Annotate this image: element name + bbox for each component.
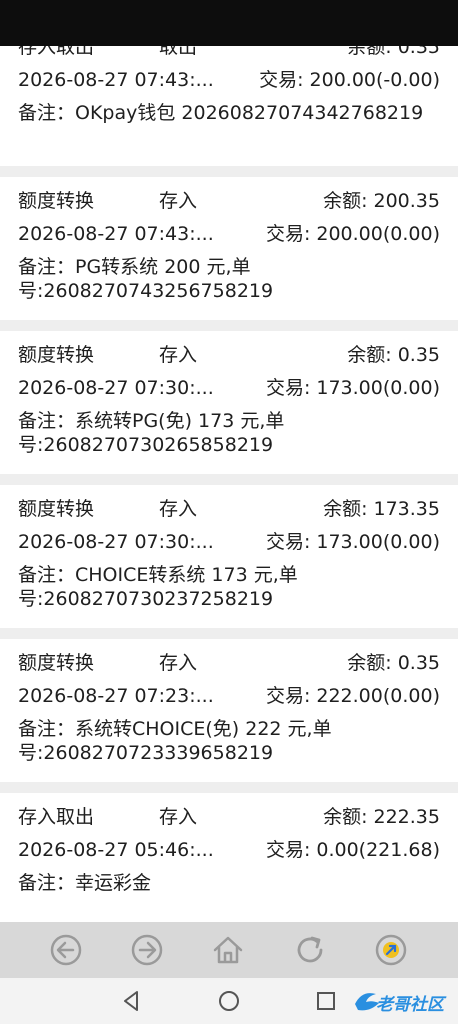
transaction-action: 取出: [159, 46, 198, 58]
nav-back-icon[interactable]: [116, 986, 146, 1016]
transaction-card[interactable]: 存入取出 存入 余额: 222.35 2026-08-27 05:46:... …: [0, 793, 458, 922]
transaction-balance: 余额: 173.35: [323, 498, 440, 520]
transaction-time: 2026-08-27 05:46:...: [18, 839, 214, 861]
transaction-type: 额度转换: [18, 190, 95, 212]
nav-recents-icon[interactable]: [311, 986, 341, 1016]
browser-toolbar: [0, 922, 458, 978]
transaction-note: 备注：PG转系统 200 元,单号:2608270743256758219: [18, 256, 274, 302]
transaction-amount: 交易: 200.00(-0.00): [259, 69, 440, 91]
watermark-logo: 老哥社区: [352, 982, 456, 1020]
transaction-note: 备注：系统转PG(免) 173 元,单号:2608270730265858219: [18, 410, 285, 456]
transaction-card[interactable]: 额度转换 存入 余额: 173.35 2026-08-27 07:30:... …: [0, 485, 458, 628]
transaction-card[interactable]: 额度转换 存入 余额: 200.35 2026-08-27 07:43:... …: [0, 177, 458, 320]
back-icon[interactable]: [46, 930, 86, 970]
transaction-time: 2026-08-27 07:43:...: [18, 223, 214, 245]
transaction-amount: 交易: 0.00(221.68): [265, 839, 440, 861]
transaction-time: 2026-08-27 07:30:...: [18, 377, 214, 399]
transaction-balance: 余额: 0.35: [347, 46, 440, 58]
transaction-balance: 余额: 0.35: [347, 344, 440, 366]
transaction-type: 额度转换: [18, 344, 95, 366]
transaction-amount: 交易: 222.00(0.00): [265, 685, 440, 707]
transaction-amount: 交易: 173.00(0.00): [265, 531, 440, 553]
transaction-amount: 交易: 173.00(0.00): [265, 377, 440, 399]
transaction-list[interactable]: 存入取出 取出 余额: 0.35 2026-08-27 07:43:... 交易…: [0, 46, 458, 922]
transaction-note: 备注：OKpay钱包 20260827074342768219: [18, 102, 424, 124]
home-icon[interactable]: [208, 930, 248, 970]
transaction-action: 存入: [159, 344, 198, 366]
transaction-balance: 余额: 222.35: [323, 806, 440, 828]
transaction-balance: 余额: 0.35: [347, 652, 440, 674]
transaction-time: 2026-08-27 07:23:...: [18, 685, 214, 707]
watermark-text: 老哥社区: [376, 995, 444, 1015]
transaction-type: 存入取出: [18, 46, 95, 58]
transaction-time: 2026-08-27 07:30:...: [18, 531, 214, 553]
status-bar: [0, 0, 458, 46]
transaction-action: 存入: [159, 652, 198, 674]
transaction-type: 存入取出: [18, 806, 95, 828]
transaction-type: 额度转换: [18, 498, 95, 520]
transaction-note: 备注：幸运彩金: [18, 872, 152, 894]
refresh-icon[interactable]: [290, 930, 330, 970]
transaction-note: 备注：CHOICE转系统 173 元,单号:260827073023725821…: [18, 564, 298, 610]
transaction-amount: 交易: 200.00(0.00): [265, 223, 440, 245]
transaction-action: 存入: [159, 806, 198, 828]
transaction-card[interactable]: 额度转换 存入 余额: 0.35 2026-08-27 07:23:... 交易…: [0, 639, 458, 782]
transaction-action: 存入: [159, 498, 198, 520]
transaction-time: 2026-08-27 07:43:...: [18, 69, 214, 91]
transaction-note: 备注：系统转CHOICE(免) 222 元,单号:260827072333965…: [18, 718, 332, 764]
transaction-type: 额度转换: [18, 652, 95, 674]
transaction-card[interactable]: 存入取出 取出 余额: 0.35 2026-08-27 07:43:... 交易…: [0, 46, 458, 166]
transaction-card[interactable]: 额度转换 存入 余额: 0.35 2026-08-27 07:30:... 交易…: [0, 331, 458, 474]
forward-icon[interactable]: [127, 930, 167, 970]
transaction-action: 存入: [159, 190, 198, 212]
menu-icon[interactable]: [371, 930, 411, 970]
transaction-balance: 余额: 200.35: [323, 190, 440, 212]
nav-home-icon[interactable]: [214, 986, 244, 1016]
